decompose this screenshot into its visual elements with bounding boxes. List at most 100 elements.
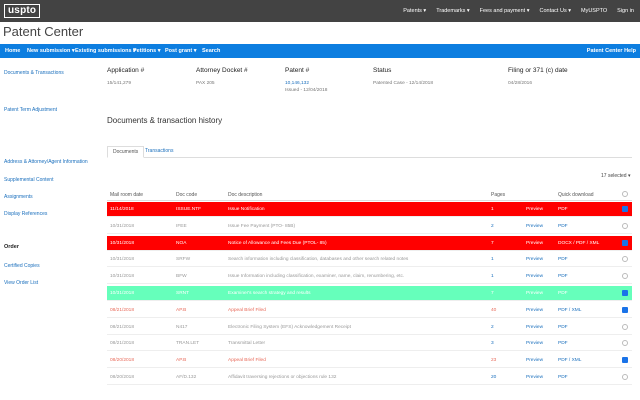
table-row[interactable]: 10/31/2018 BFW Issue Information including…: [107, 269, 632, 285]
sidebar-view-order-list[interactable]: View Order List: [4, 280, 38, 286]
row-select-checkbox[interactable]: [622, 273, 628, 280]
sidebar-supplemental-content[interactable]: Supplemental Content: [4, 177, 53, 183]
row-preview-link[interactable]: Preview: [526, 291, 543, 296]
table-row[interactable]: 11/14/2018 ISSUE.NTF Issue Notification 1 Pr…: [107, 202, 632, 217]
row-download-links[interactable]: PDF / XML: [558, 308, 581, 313]
tab-transactions[interactable]: Transactions: [140, 146, 178, 158]
nav-existing-submissions[interactable]: Existing submissions ▾: [75, 44, 136, 58]
row-preview-link[interactable]: Preview: [526, 375, 543, 380]
table-row[interactable]: 08/20/2018 AF/D.132 Affidavit traversing r…: [107, 370, 632, 385]
nav-search[interactable]: Search: [202, 44, 220, 58]
row-preview-link[interactable]: Preview: [526, 341, 543, 346]
top-nav-trademarks[interactable]: Trademarks ▾: [436, 8, 469, 14]
main-nav-bar: Home New submission ▾ Existing submissio…: [0, 44, 640, 58]
table-row[interactable]: 10/31/2018 NOA Notice of Allowance and Fee…: [107, 235, 632, 251]
top-nav-fees[interactable]: Fees and payment ▾: [480, 8, 530, 14]
row-download-links[interactable]: PDF: [558, 274, 568, 279]
nav-new-submission[interactable]: New submission ▾: [27, 44, 75, 58]
row-preview-link[interactable]: Preview: [526, 308, 543, 313]
row-preview-link[interactable]: Preview: [526, 358, 543, 363]
row-pages[interactable]: 3: [491, 341, 494, 346]
row-select-checkbox[interactable]: [622, 239, 628, 246]
top-nav-contact[interactable]: Contact Us ▾: [539, 8, 571, 14]
row-pages[interactable]: 1: [491, 274, 494, 279]
table-row[interactable]: 10/31/2018 SRNT Examiner's search strategy…: [107, 286, 632, 301]
row-pages[interactable]: 23: [491, 358, 496, 363]
row-preview-link[interactable]: Preview: [526, 224, 543, 229]
nav-petitions[interactable]: Petitions ▾: [133, 44, 161, 58]
row-download-links[interactable]: PDF / XML: [558, 358, 581, 363]
nav-help[interactable]: Patent Center Help: [587, 44, 636, 58]
row-download-links[interactable]: DOCX / PDF / XML: [558, 241, 599, 246]
header-desc[interactable]: Doc description: [228, 192, 262, 198]
top-nav-signin[interactable]: Sign in: [617, 8, 634, 14]
row-pages[interactable]: 1: [491, 257, 494, 262]
table-row[interactable]: 08/20/2018 AP.B Appeal Brief Filed 23 Previe…: [107, 353, 632, 369]
row-preview-link[interactable]: Preview: [526, 207, 543, 212]
row-select-checkbox[interactable]: [622, 374, 628, 380]
table-row[interactable]: 10/31/2018 IFEE Issue Fee Payment (PTO- 85…: [107, 219, 632, 234]
top-nav-patents[interactable]: Patents ▾: [403, 8, 426, 14]
row-pages[interactable]: 7: [491, 241, 494, 246]
patent-number-link[interactable]: 10,146,132: [285, 81, 309, 86]
table-row[interactable]: 08/21/2018 AP.B Appeal Brief Filed 40 Previe…: [107, 303, 632, 318]
row-select-checkbox[interactable]: [622, 290, 628, 296]
row-pages[interactable]: 40: [491, 308, 496, 313]
sidebar-patent-term-adjustment[interactable]: Patent Term Adjustment: [4, 107, 57, 113]
row-doc-code: SRFW: [176, 257, 191, 263]
sidebar-display-references[interactable]: Display References: [4, 211, 47, 217]
row-doc-code: TRAN.LET: [176, 341, 200, 347]
row-preview-link[interactable]: Preview: [526, 241, 543, 246]
top-nav-myuspto[interactable]: MyUSPTO: [581, 8, 607, 14]
tab-documents[interactable]: Documents: [107, 146, 145, 158]
row-download-links[interactable]: PDF: [558, 207, 568, 212]
table-row[interactable]: 08/21/2018 N417 Electronic Filing System (…: [107, 320, 632, 335]
row-select-checkbox[interactable]: [622, 340, 628, 347]
row-download-links[interactable]: PDF: [558, 375, 568, 380]
row-download-links[interactable]: PDF: [558, 224, 568, 229]
row-doc-code: NOA: [176, 240, 187, 246]
section-title: Documents & transaction history: [107, 116, 223, 125]
row-doc-code: AP.B: [176, 307, 187, 313]
row-download-links[interactable]: PDF: [558, 257, 568, 262]
row-doc-code: SRNT: [176, 291, 190, 296]
nav-home[interactable]: Home: [5, 44, 20, 58]
sidebar-documents-transactions[interactable]: Documents & Transactions: [4, 70, 64, 76]
row-date: 08/20/2018: [110, 375, 135, 380]
selected-count-dropdown[interactable]: 17 selected ▾: [601, 173, 630, 179]
row-pages[interactable]: 20: [491, 375, 496, 380]
sidebar-address-attorney[interactable]: Address & Attorney/Agent Information: [4, 159, 88, 165]
row-date: 10/31/2018: [110, 274, 135, 280]
sidebar-certified-copies[interactable]: Certified Copies: [4, 263, 40, 269]
row-pages[interactable]: 2: [491, 325, 494, 330]
row-pages[interactable]: 7: [491, 291, 494, 296]
header-code[interactable]: Doc code: [176, 192, 197, 198]
header-date[interactable]: Mail room date: [110, 192, 143, 198]
row-download-links[interactable]: PDF: [558, 291, 568, 296]
row-select-checkbox[interactable]: [622, 222, 628, 229]
row-download-links[interactable]: PDF: [558, 325, 568, 330]
row-select-checkbox[interactable]: [622, 256, 628, 263]
table-row[interactable]: 10/31/2018 SRFW Search information includi…: [107, 252, 632, 268]
uspto-logo[interactable]: uspto: [4, 4, 41, 18]
row-preview-link[interactable]: Preview: [526, 325, 543, 330]
row-pages[interactable]: 2: [491, 224, 494, 229]
row-download-links[interactable]: PDF: [558, 341, 568, 346]
row-preview-link[interactable]: Preview: [526, 257, 543, 262]
status-value: Patented Case - 12/14/2018: [373, 81, 434, 86]
row-select-checkbox[interactable]: [622, 206, 628, 212]
table-row[interactable]: 08/21/2018 TRAN.LET Transmittal Letter 3 Pre…: [107, 336, 632, 352]
filing-date-value: 04/28/2016: [508, 81, 533, 86]
sidebar-assignments[interactable]: Assignments: [4, 194, 33, 200]
select-all-checkbox[interactable]: [622, 191, 628, 197]
row-select-checkbox[interactable]: [622, 306, 628, 313]
nav-post-grant[interactable]: Post grant ▾: [165, 44, 197, 58]
row-doc-code: BFW: [176, 274, 187, 280]
row-select-checkbox[interactable]: [622, 357, 628, 364]
row-pages[interactable]: 1: [491, 207, 494, 212]
row-select-checkbox[interactable]: [622, 323, 628, 330]
header-pages[interactable]: Pages: [491, 192, 505, 198]
app-title: Patent Center: [3, 24, 84, 39]
documents-table-header: Mail room date Doc code Doc description …: [107, 189, 632, 201]
row-preview-link[interactable]: Preview: [526, 274, 543, 279]
